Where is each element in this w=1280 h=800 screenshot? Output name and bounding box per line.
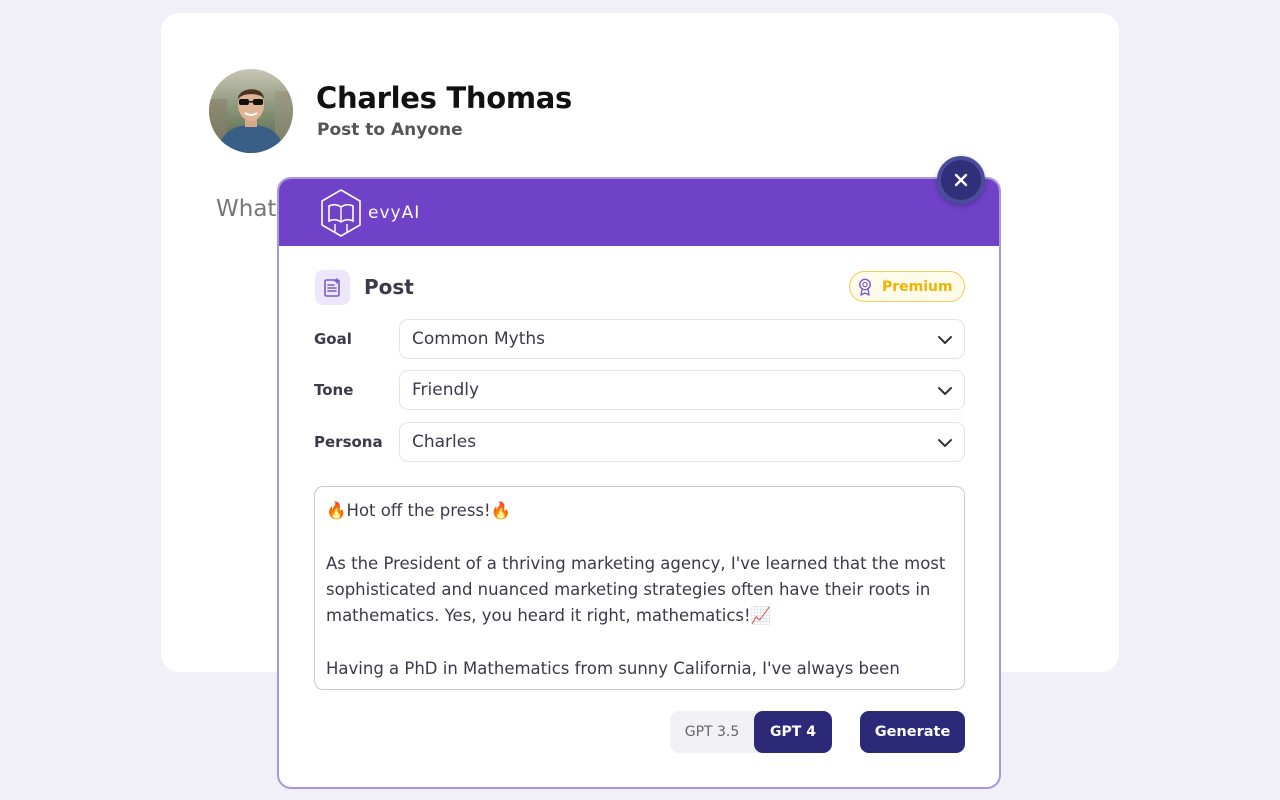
model-toggle: GPT 3.5 GPT 4 bbox=[670, 711, 832, 753]
gpt35-option[interactable]: GPT 3.5 bbox=[670, 711, 754, 753]
avatar-photo bbox=[209, 69, 293, 153]
post-section-icon-box bbox=[315, 270, 350, 305]
persona-select[interactable]: Charles bbox=[399, 422, 965, 462]
post-paragraph: 🔥Hot off the press!🔥 bbox=[326, 501, 512, 520]
persona-label: Persona bbox=[314, 433, 383, 451]
generated-post-textarea[interactable]: 🔥Hot off the press!🔥 As the President of… bbox=[314, 486, 965, 690]
composer-placeholder[interactable]: What bbox=[216, 196, 276, 222]
evyai-modal: evyAI Post Premium Goal Common Myths Ton… bbox=[277, 177, 1001, 789]
tone-select[interactable]: Friendly bbox=[399, 370, 965, 410]
goal-select[interactable]: Common Myths bbox=[399, 319, 965, 359]
evyai-logo-icon bbox=[321, 189, 361, 237]
premium-award-icon bbox=[859, 278, 871, 296]
post-edit-icon bbox=[323, 277, 340, 297]
premium-label: Premium bbox=[882, 278, 953, 295]
brand-name: evyAI bbox=[368, 203, 421, 223]
generate-button[interactable]: Generate bbox=[860, 711, 965, 753]
post-paragraph: As the President of a thriving marketing… bbox=[326, 553, 946, 626]
chevron-down-icon bbox=[938, 439, 952, 447]
modal-header: evyAI bbox=[279, 179, 999, 246]
avatar bbox=[209, 69, 293, 153]
close-icon bbox=[954, 173, 968, 187]
premium-badge[interactable]: Premium bbox=[849, 271, 965, 302]
goal-value: Common Myths bbox=[412, 329, 545, 349]
post-paragraph: Having a PhD in Mathematics from sunny C… bbox=[326, 658, 900, 678]
goal-label: Goal bbox=[314, 330, 352, 348]
tone-value: Friendly bbox=[412, 380, 480, 400]
section-title: Post bbox=[364, 275, 414, 299]
chevron-down-icon bbox=[938, 387, 952, 395]
close-button[interactable] bbox=[937, 156, 985, 204]
author-name: Charles Thomas bbox=[316, 81, 572, 115]
chevron-down-icon bbox=[938, 336, 952, 344]
gpt4-option[interactable]: GPT 4 bbox=[754, 711, 832, 753]
post-audience-selector[interactable]: Post to Anyone bbox=[317, 120, 463, 140]
tone-label: Tone bbox=[314, 381, 354, 399]
persona-value: Charles bbox=[412, 432, 477, 452]
